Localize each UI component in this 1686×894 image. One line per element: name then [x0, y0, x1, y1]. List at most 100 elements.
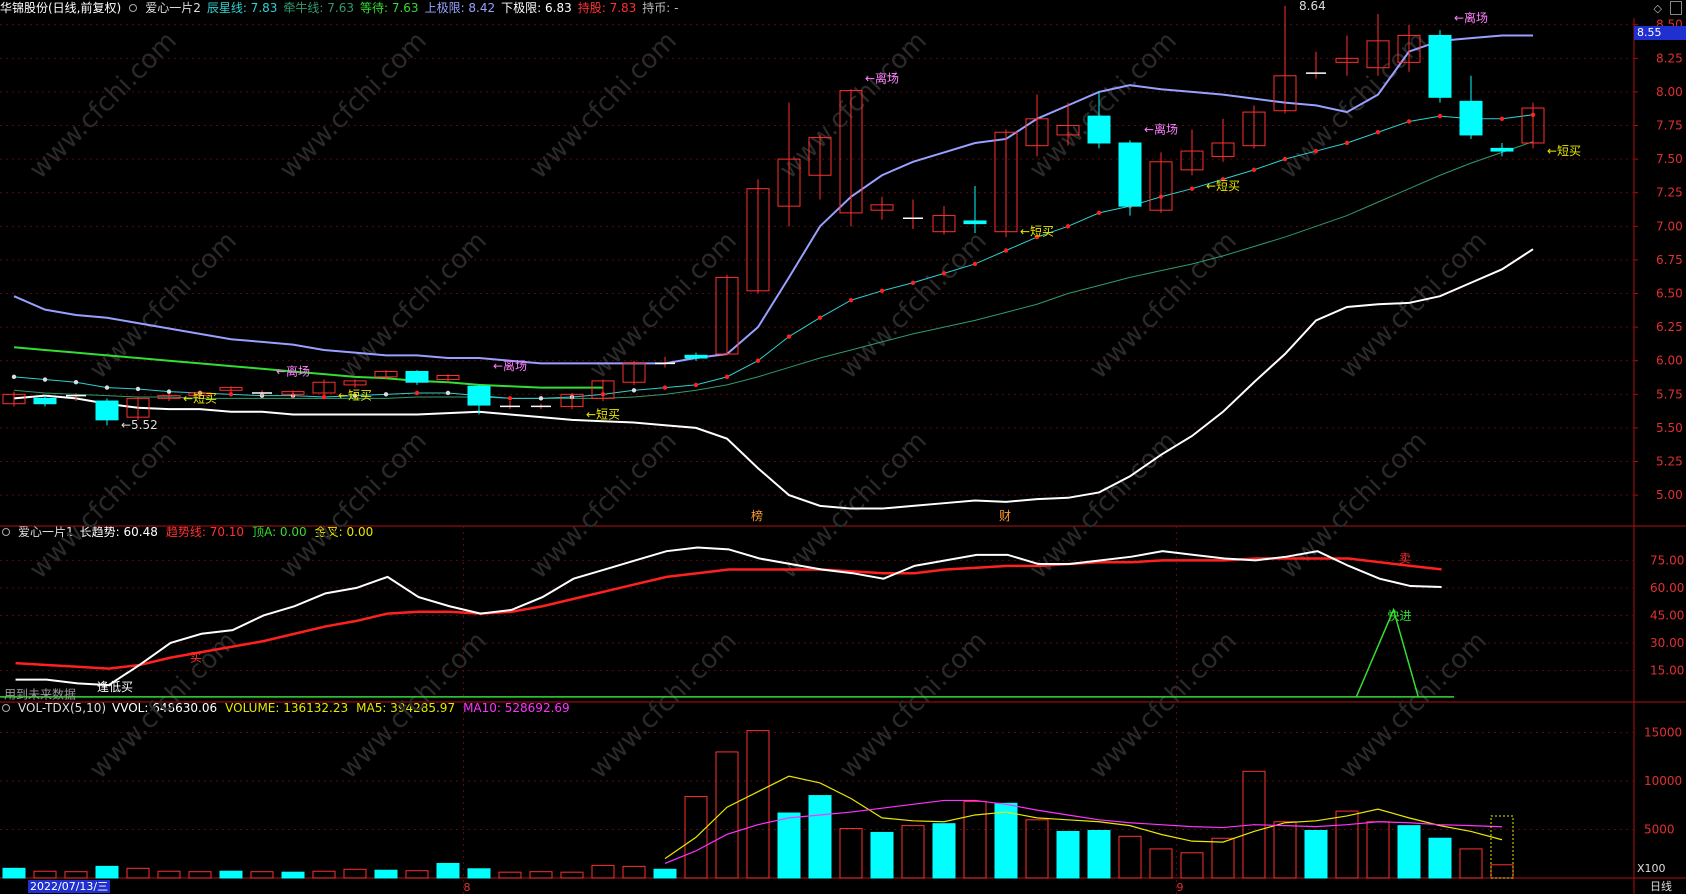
volume-bar: [498, 871, 522, 879]
indicator-label: 逢低买: [97, 680, 133, 694]
candle-body: [1087, 115, 1111, 144]
volume-bar: [777, 812, 801, 879]
candle-body: [95, 400, 119, 421]
signal-annotation: 8.64: [1299, 0, 1326, 13]
date-cursor-label: 2022/07/13/三: [28, 880, 111, 893]
event-marker: 财: [999, 509, 1011, 523]
lower-limit-line: [13, 248, 1534, 510]
volume-bar: [219, 870, 243, 879]
volume-bar: [1056, 830, 1080, 879]
candle-body: [963, 220, 987, 225]
price-tick-label: 8.25: [1656, 51, 1683, 65]
price-tick-label: 8.00: [1656, 85, 1683, 99]
volume-bar: [1397, 825, 1421, 879]
month-label: 8: [464, 881, 471, 894]
star-dot: [42, 377, 48, 382]
signal-annotation: ←离场: [1454, 10, 1488, 25]
volume-bar: [994, 802, 1018, 879]
volume-bar: [33, 870, 57, 879]
star-dot: [662, 385, 668, 390]
signal-annotation: ←短买: [338, 389, 372, 403]
price-tick-label: 7.50: [1656, 152, 1683, 166]
volume-bar: [281, 871, 305, 879]
watermark-text: www.cfchi.com: [274, 26, 433, 185]
candle-body: [1459, 100, 1483, 136]
price-tick-label: 6.25: [1656, 320, 1683, 334]
ind-tick-label: 15.00: [1650, 663, 1684, 677]
event-marker: 榜: [751, 508, 763, 523]
star-dot: [1344, 140, 1350, 146]
star-dot: [1065, 224, 1071, 229]
volume-bar: [157, 870, 181, 879]
star-dot: [507, 396, 513, 401]
volume-bar: [1490, 864, 1514, 879]
volume-bar: [529, 871, 553, 879]
volume-bar: [436, 862, 460, 879]
volume-bar: [839, 828, 863, 879]
signal-annotation: ←短买: [183, 391, 217, 405]
volume-bar: [808, 795, 832, 879]
star-dot: [941, 271, 947, 276]
watermark-text: www.cfchi.com: [524, 426, 683, 585]
star-dot: [445, 390, 451, 396]
watermark-text: www.cfchi.com: [274, 426, 433, 585]
signal-annotation: ←离场: [493, 358, 527, 373]
price-tick-label: 6.50: [1656, 287, 1683, 301]
price-tick-label: 7.25: [1656, 186, 1683, 200]
star-dot: [724, 374, 730, 380]
month-label: 9: [1177, 881, 1184, 894]
signal-annotation: ←短买: [1020, 225, 1054, 239]
volume-bar: [188, 871, 212, 879]
volume-bar: [1273, 821, 1297, 879]
star-dot: [538, 396, 544, 401]
price-tick-label: 5.75: [1656, 387, 1683, 401]
star-dot: [1499, 116, 1505, 122]
candle-body: [1118, 142, 1142, 207]
watermark-text: www.cfchi.com: [584, 626, 743, 785]
period-label[interactable]: 日线: [1650, 880, 1672, 893]
price-tick-label: 7.75: [1656, 119, 1683, 133]
star-dot: [693, 382, 699, 388]
watermark-text: www.cfchi.com: [24, 26, 183, 185]
watermark-text: www.cfchi.com: [334, 626, 493, 785]
volume-bar: [2, 867, 26, 879]
volume-bar: [126, 867, 150, 879]
volume-unit-label: X100: [1637, 862, 1666, 875]
ind-tick-label: 60.00: [1650, 581, 1684, 595]
volume-bar: [932, 823, 956, 879]
star-dot: [1003, 248, 1009, 253]
volume-bar: [405, 870, 429, 879]
signal-annotation: ←短买: [1547, 144, 1581, 158]
star-dot: [631, 388, 637, 393]
star-dot: [383, 392, 389, 397]
signal-annotation: ←短买: [1206, 179, 1240, 193]
kline-chart[interactable]: www.cfchi.com www.cfchi.com www.cfchi.com w…: [0, 0, 1686, 894]
spike-line: [1355, 607, 1420, 698]
volume-bar: [1118, 835, 1142, 879]
star-dot: [1406, 119, 1412, 124]
candle-body: [1490, 147, 1514, 152]
price-tick-label: 6.75: [1656, 253, 1683, 267]
star-dot: [1375, 130, 1381, 135]
current-price-tag: 8.55: [1634, 26, 1686, 40]
star-dot: [135, 386, 141, 392]
watermark-text: www.cfchi.com: [774, 26, 933, 185]
volume-bar: [1180, 852, 1204, 879]
volume-bar: [250, 871, 274, 879]
upper-limit-line: [13, 34, 1533, 365]
price-tick-label: 5.25: [1656, 455, 1683, 469]
watermark-text: www.cfchi.com: [1024, 26, 1183, 185]
cow-line: [13, 141, 1534, 399]
volume-bar: [1025, 819, 1049, 879]
star-dot: [1189, 186, 1195, 191]
signal-annotation: ←离场: [276, 363, 310, 378]
vol-tick-label: 5000: [1644, 823, 1675, 837]
volume-bar: [1335, 810, 1359, 879]
volume-bar: [95, 865, 119, 879]
volume-bar: [312, 870, 336, 879]
star-dot: [166, 389, 172, 394]
star-dot: [879, 288, 885, 294]
long-trend-line: [15, 546, 1442, 687]
watermark-text: www.cfchi.com: [834, 626, 993, 785]
star-dot: [104, 385, 110, 390]
